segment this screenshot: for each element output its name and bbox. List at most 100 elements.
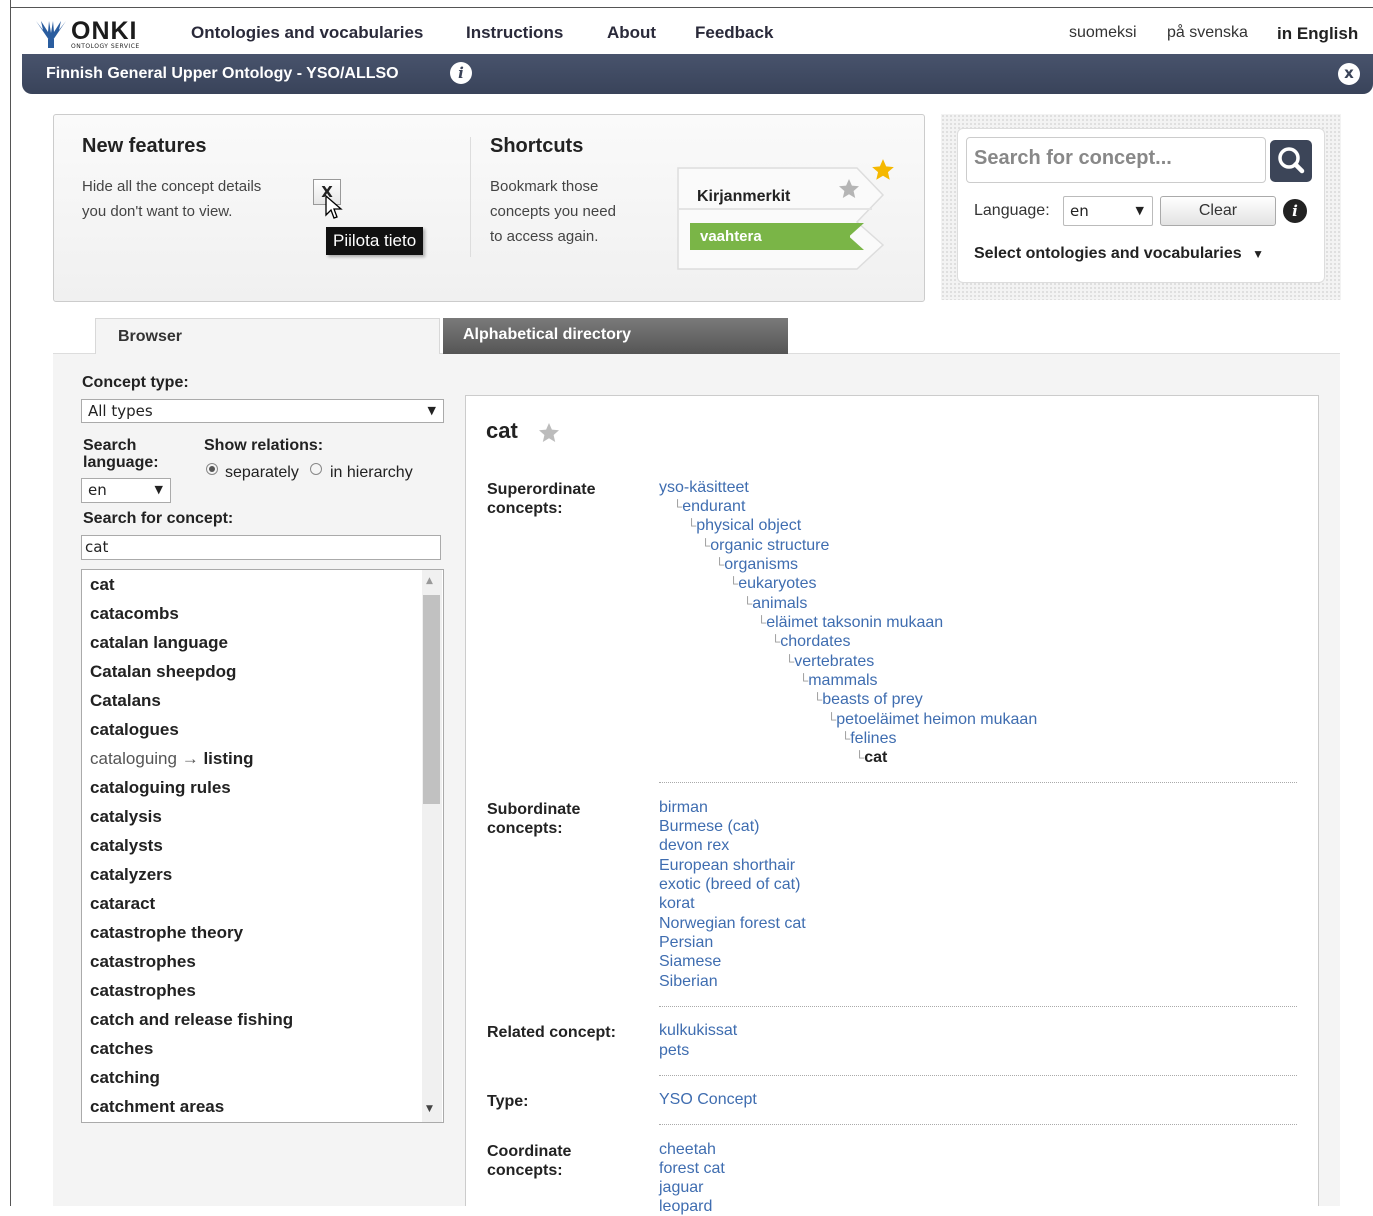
subordinate-label-line2: concepts: <box>487 820 563 837</box>
subordinate-link[interactable]: korat <box>659 895 695 913</box>
related-link[interactable]: kulkukissat <box>659 1022 737 1040</box>
bookmark-item[interactable]: vaahtera <box>690 223 850 250</box>
concept-type-select[interactable]: All types ▼ <box>81 399 444 423</box>
shortcuts-heading: Shortcuts <box>490 135 584 157</box>
list-item[interactable]: catastrophes <box>90 981 196 1001</box>
list-item[interactable]: catalysis <box>90 807 162 827</box>
hierarchy-link[interactable]: └felines <box>841 730 896 748</box>
hierarchy-link[interactable]: └beasts of prey <box>813 691 923 709</box>
hierarchy-link[interactable]: └eukaryotes <box>729 575 816 593</box>
hierarchy-link[interactable]: └organisms <box>715 556 798 574</box>
select-ontologies-dropdown[interactable]: Select ontologies and vocabularies ▼ <box>974 245 1264 263</box>
type-link[interactable]: YSO Concept <box>659 1091 757 1109</box>
search-panel: Search for concept... Language: en ▼ Cle… <box>957 128 1325 283</box>
subordinate-link[interactable]: exotic (breed of cat) <box>659 876 800 894</box>
star-gold-icon <box>872 159 894 180</box>
list-item[interactable]: catalan language <box>90 633 228 653</box>
subordinate-link[interactable]: Siberian <box>659 973 718 991</box>
radio-separately-label: separately <box>225 464 299 481</box>
search-results-list[interactable]: cat catacombs catalan language Catalan s… <box>81 569 444 1123</box>
hierarchy-link[interactable]: └mammals <box>799 672 878 690</box>
list-item[interactable]: catches <box>90 1039 153 1059</box>
subordinate-link[interactable]: Siamese <box>659 953 721 971</box>
list-item[interactable]: cataloguing rules <box>90 778 231 798</box>
hierarchy-link[interactable]: └petoeläimet heimon mukaan <box>827 711 1037 729</box>
list-item[interactable]: catching <box>90 1068 160 1088</box>
select-ontologies-label: Select ontologies and vocabularies <box>974 245 1242 262</box>
bookmark-star-icon[interactable] <box>537 421 561 445</box>
ontology-title-bar: Finnish General Upper Ontology - YSO/ALL… <box>22 54 1373 94</box>
subordinate-link[interactable]: Burmese (cat) <box>659 818 759 836</box>
nav-feedback[interactable]: Feedback <box>695 23 773 43</box>
list-item[interactable]: catalogues <box>90 720 179 740</box>
subordinate-link[interactable]: Norwegian forest cat <box>659 915 806 933</box>
lang-english[interactable]: in English <box>1277 24 1358 44</box>
list-item[interactable]: cat <box>90 575 115 595</box>
list-item[interactable]: catastrophes <box>90 952 196 972</box>
clear-button[interactable]: Clear <box>1160 196 1276 226</box>
top-navigation: ONKI ONTOLOGY SERVICE Ontologies and voc… <box>11 8 1373 54</box>
nav-instructions[interactable]: Instructions <box>466 23 563 43</box>
search-language-label-line2: language: <box>83 454 159 471</box>
results-scrollbar[interactable]: ▲ ▼ <box>422 570 442 1122</box>
lang-finnish[interactable]: suomeksi <box>1069 24 1137 42</box>
concept-search-field[interactable]: cat <box>81 535 441 560</box>
coordinate-link[interactable]: leopard <box>659 1198 712 1216</box>
search-for-concept-label: Search for concept: <box>83 510 234 527</box>
hierarchy-current: └cat <box>855 749 888 766</box>
hierarchy-link[interactable]: └eläimet taksonin mukaan <box>757 614 943 632</box>
subordinate-link[interactable]: Persian <box>659 934 713 952</box>
search-language-select[interactable]: en ▼ <box>81 478 171 503</box>
search-info-icon[interactable]: i <box>1283 199 1307 223</box>
search-button[interactable] <box>1270 140 1312 182</box>
hierarchy-link[interactable]: yso-käsitteet <box>659 479 749 497</box>
tab-browser[interactable]: Browser <box>95 318 440 354</box>
list-item[interactable]: catch and release fishing <box>90 1010 293 1030</box>
new-features-heading: New features <box>82 135 207 157</box>
list-item[interactable]: cataract <box>90 894 155 914</box>
scroll-down-icon[interactable]: ▼ <box>426 1104 433 1114</box>
tab-alphabetical-directory[interactable]: Alphabetical directory <box>443 318 788 354</box>
radio-separately[interactable] <box>206 463 218 475</box>
coordinate-link[interactable]: jaguar <box>659 1179 703 1197</box>
hierarchy-link[interactable]: └chordates <box>771 633 850 651</box>
hierarchy-link[interactable]: └organic structure <box>701 537 829 555</box>
nav-about[interactable]: About <box>607 23 656 43</box>
search-language-label-line1: Search <box>83 437 137 454</box>
coordinate-link[interactable]: cheetah <box>659 1141 716 1159</box>
subordinate-link[interactable]: European shorthair <box>659 857 795 875</box>
language-select[interactable]: en ▼ <box>1063 196 1153 226</box>
bookmarks-preview: Kirjanmerkit vaahtera <box>677 159 894 270</box>
ontology-info-icon[interactable]: i <box>450 62 472 84</box>
list-item[interactable]: Catalan sheepdog <box>90 662 236 682</box>
list-item-redirect[interactable]: cataloguing → listing <box>90 749 254 769</box>
radio-in-hierarchy[interactable] <box>310 463 322 475</box>
superordinate-label-line2: concepts: <box>487 500 563 517</box>
shortcuts-text-line3: to access again. <box>490 228 599 245</box>
list-item[interactable]: catalyzers <box>90 865 172 885</box>
close-ontology-icon[interactable]: x <box>1338 63 1360 85</box>
subordinate-link[interactable]: birman <box>659 799 708 817</box>
hierarchy-link[interactable]: └vertebrates <box>785 653 874 671</box>
onki-logo-mark-icon <box>36 21 66 48</box>
subordinate-link[interactable]: devon rex <box>659 837 729 855</box>
list-item[interactable]: catacombs <box>90 604 179 624</box>
concept-search-input[interactable]: Search for concept... <box>966 137 1266 183</box>
list-item[interactable]: catalysts <box>90 836 163 856</box>
related-link[interactable]: pets <box>659 1042 689 1060</box>
coordinate-link[interactable]: forest cat <box>659 1160 725 1178</box>
superordinate-label: Superordinate concepts: <box>487 480 595 518</box>
lang-swedish[interactable]: på svenska <box>1167 24 1248 42</box>
list-item[interactable]: catastrophe theory <box>90 923 243 943</box>
scrollbar-thumb[interactable] <box>423 595 440 804</box>
nav-ontologies[interactable]: Ontologies and vocabularies <box>191 23 423 43</box>
star-grey-icon <box>839 179 859 198</box>
hierarchy-link[interactable]: └endurant <box>673 498 745 516</box>
list-item[interactable]: catchment areas <box>90 1097 224 1117</box>
list-item[interactable]: Catalans <box>90 691 161 711</box>
onki-logo[interactable]: ONKI ONTOLOGY SERVICE <box>35 18 155 58</box>
concept-title: cat <box>486 418 518 443</box>
hierarchy-link[interactable]: └physical object <box>687 517 801 535</box>
hierarchy-link[interactable]: └animals <box>743 595 807 613</box>
scroll-up-icon[interactable]: ▲ <box>426 576 433 586</box>
